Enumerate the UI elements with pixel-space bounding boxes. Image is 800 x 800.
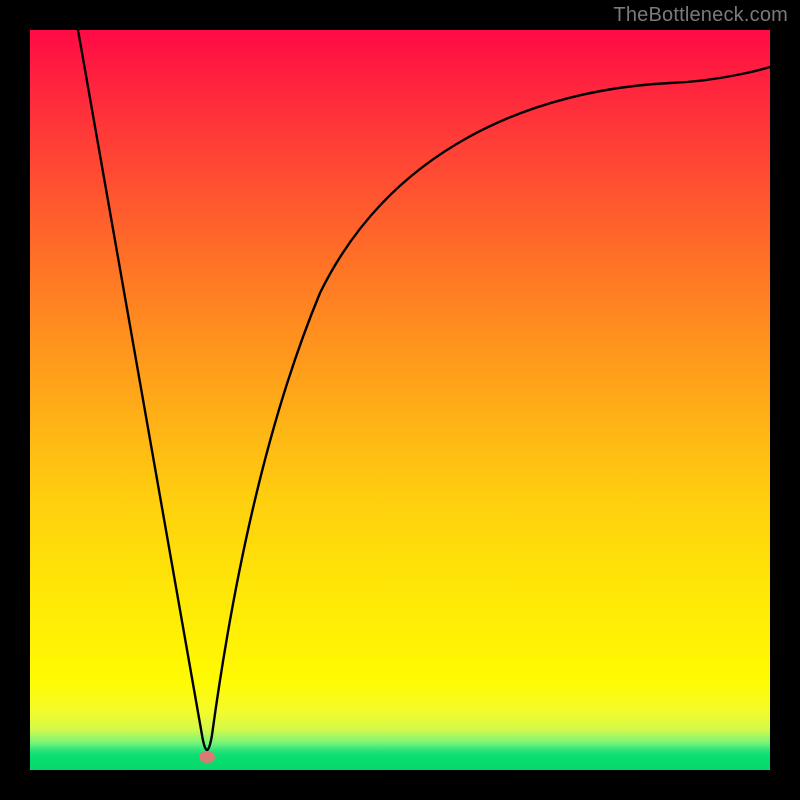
chart-frame: TheBottleneck.com bbox=[0, 0, 800, 800]
watermark-text: TheBottleneck.com bbox=[613, 4, 788, 27]
gradient-plot-area bbox=[30, 30, 770, 770]
